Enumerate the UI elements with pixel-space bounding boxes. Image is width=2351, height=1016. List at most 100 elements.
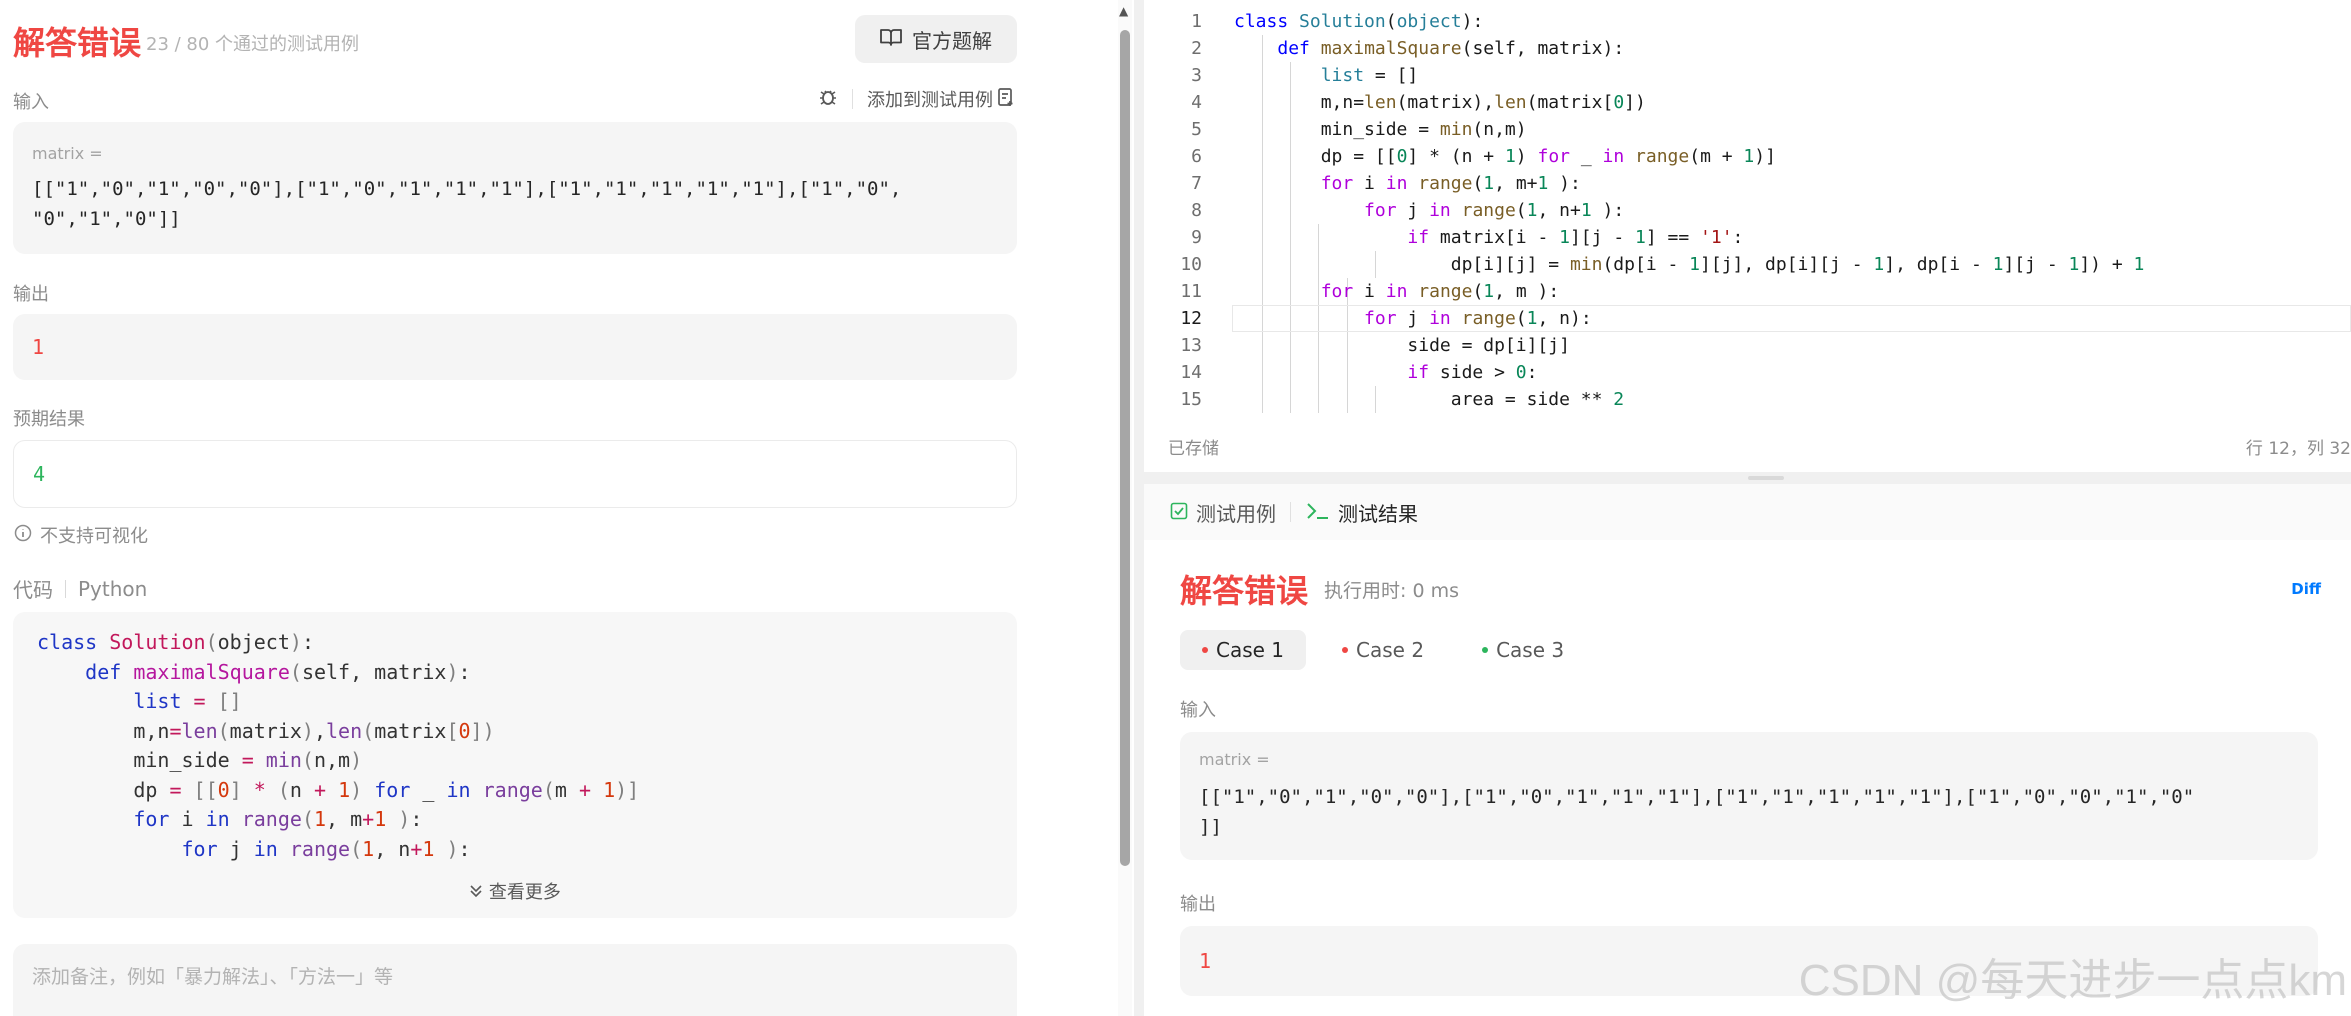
case-pass-dot (1482, 647, 1489, 653)
case-tab-1[interactable]: Case 1 (1180, 630, 1307, 670)
code-line: dp = [[0] * (n + 1) for _ in range(m + 1… (37, 777, 640, 802)
output-label: 输出 (13, 284, 49, 305)
line-number-gutter: 1 2 3 4 5 6 7 8 9 10 11 12 13 14 15 (1144, 8, 1226, 413)
result-input-line2: ]] (1199, 816, 1222, 838)
case-tab-label: Case 3 (1496, 638, 1565, 662)
no-visualization-text: 不支持可视化 (40, 526, 148, 547)
line-number: 9 (1191, 227, 1202, 248)
line-number: 5 (1191, 119, 1202, 140)
debug-icon[interactable] (818, 87, 838, 112)
note-input[interactable]: 添加备注，例如「暴力解法」、「方法一」等 (13, 944, 1017, 1016)
official-solution-button[interactable]: 官方题解 (855, 15, 1017, 63)
code-line: min_side = min(n,m) (37, 748, 363, 772)
left-panel-scrollbar[interactable]: ▲ (1118, 0, 1132, 1016)
input-value-line1: [["1","0","1","0","0"],["1","0","1","1",… (32, 178, 902, 200)
chevrons-down-icon (469, 882, 489, 903)
editor-line: min_side = min(n,m) (1234, 119, 1527, 140)
scrollbar-thumb[interactable] (1120, 30, 1130, 866)
no-visualization-note: 不支持可视化 (14, 522, 148, 548)
submission-status: 解答错误 (13, 24, 142, 62)
editor-line: side = dp[i][j] (1234, 335, 1570, 356)
view-more-label: 查看更多 (488, 882, 561, 903)
add-to-testcase-button[interactable]: 添加到测试用例 (867, 86, 1015, 112)
line-number: 12 (1180, 308, 1202, 329)
tools-divider (852, 89, 853, 109)
case-tab-3[interactable]: Case 3 (1460, 630, 1586, 670)
result-input-label: 输入 (1180, 700, 1216, 721)
result-output-value: 1 (1199, 949, 1212, 973)
runtime: 执行用时: 0 ms (1324, 580, 1459, 602)
editor-line: def maximalSquare(self, matrix): (1277, 38, 1625, 59)
case-tab-label: Case 2 (1356, 638, 1425, 662)
tab-testcase[interactable]: 测试用例 (1170, 498, 1276, 527)
input-value-line2: "0","1","0"]] (32, 208, 181, 230)
submitted-code-box: class Solution(object): def maximalSquar… (13, 612, 1017, 918)
line-number: 10 (1180, 254, 1202, 275)
line-number: 15 (1180, 389, 1202, 410)
line-number: 8 (1191, 200, 1202, 221)
result-tabbar: 测试用例 测试结果 (1144, 484, 2351, 540)
result-input-line1: [["1","0","1","0","0"],["1","0","1","1",… (1199, 786, 2195, 808)
view-more-button[interactable]: 查看更多 (13, 878, 1017, 904)
official-solution-label: 官方题解 (912, 28, 992, 53)
line-number: 14 (1180, 362, 1202, 383)
code-line: list = [] (133, 689, 242, 713)
vertical-resize-handle[interactable] (1134, 0, 1144, 1016)
info-icon (14, 524, 32, 547)
code-line: def maximalSquare(self, matrix): (85, 659, 471, 684)
tab-testcase-label: 测试用例 (1196, 502, 1276, 526)
line-number: 3 (1191, 65, 1202, 86)
editor-line: area = side ** 2 (1234, 389, 1625, 410)
watermark: CSDN @每天进步一点点km (1798, 956, 2347, 1005)
test-result-panel: 测试用例 测试结果 解答错误 执行用时: 0 ms Diff Case 1 Ca… (1144, 484, 2351, 1016)
input-tools: 添加到测试用例 (818, 86, 1015, 112)
code-editor[interactable]: 1 2 3 4 5 6 7 8 9 10 11 12 13 14 15 class Solution(obj… (1144, 0, 2351, 472)
code-language: Python (78, 576, 148, 601)
note-placeholder: 添加备注，例如「暴力解法」、「方法一」等 (32, 966, 394, 988)
checkbox-icon (1170, 501, 1188, 525)
result-input-box: matrix = [["1","0","1","0","0"],["1","0"… (1180, 732, 2318, 860)
diff-toggle[interactable]: Diff (2291, 580, 2321, 598)
submitted-code: class Solution(object): def maximalSquar… (37, 628, 639, 864)
case-fail-dot (1342, 647, 1349, 653)
line-number: 4 (1191, 92, 1202, 113)
code-line: m,n=len(matrix),len(matrix[0]) (37, 718, 495, 743)
line-number: 11 (1180, 281, 1202, 302)
result-output-label: 输出 (1180, 894, 1216, 915)
terminal-icon (1306, 501, 1330, 525)
add-testcase-icon (997, 87, 1015, 112)
expected-label: 预期结果 (13, 409, 85, 430)
editor-line: dp[i][j] = min(dp[i - 1][j], dp[i][j - 1… (1234, 254, 2145, 275)
code-line: class Solution(object): (37, 630, 314, 654)
editor-line-active: for j in range(1, n): (1232, 305, 2351, 332)
case-tab-2[interactable]: Case 2 (1320, 630, 1446, 670)
editor-line: list = [] (1320, 65, 1419, 86)
tab-test-result[interactable]: 测试结果 (1306, 498, 1418, 527)
case-tabs: Case 1 Case 2 Case 3 (1180, 630, 1586, 670)
book-icon (880, 27, 902, 51)
code-header: 代码 Python (13, 574, 147, 603)
expected-box: 4 (13, 440, 1017, 508)
saved-status: 已存储 (1168, 439, 1219, 459)
editor-line: if side > 0: (1407, 362, 1538, 383)
result-input-var: matrix = (1199, 750, 1270, 769)
code-line: for j in range(1, n+1 ): (181, 836, 471, 861)
horizontal-resize-handle[interactable] (1144, 472, 2351, 484)
line-number: 13 (1180, 335, 1202, 356)
line-number: 7 (1191, 173, 1202, 194)
input-label: 输入 (13, 92, 49, 113)
editor-code[interactable]: class Solution(object): def maximalSquar… (1232, 8, 2351, 413)
output-value: 1 (32, 335, 45, 359)
editor-line: for j in range(1, n+1 ): (1364, 200, 1625, 221)
tab-divider (1290, 502, 1291, 522)
editor-status-bar: 已存储 行 12，列 32 (1144, 428, 2351, 464)
scroll-up-icon[interactable]: ▲ (1119, 4, 1128, 18)
editor-line: for i in range(1, m ): (1320, 281, 1560, 302)
line-number: 1 (1191, 11, 1202, 32)
result-status: 解答错误 (1180, 572, 1309, 610)
editor-line: class Solution(object): (1234, 11, 1484, 32)
expected-value: 4 (33, 462, 46, 486)
resize-grip-icon[interactable] (1748, 476, 1784, 480)
editor-line: dp = [[0] * (n + 1) for _ in range(m + 1… (1234, 146, 1776, 167)
case-tab-label: Case 1 (1216, 638, 1285, 662)
